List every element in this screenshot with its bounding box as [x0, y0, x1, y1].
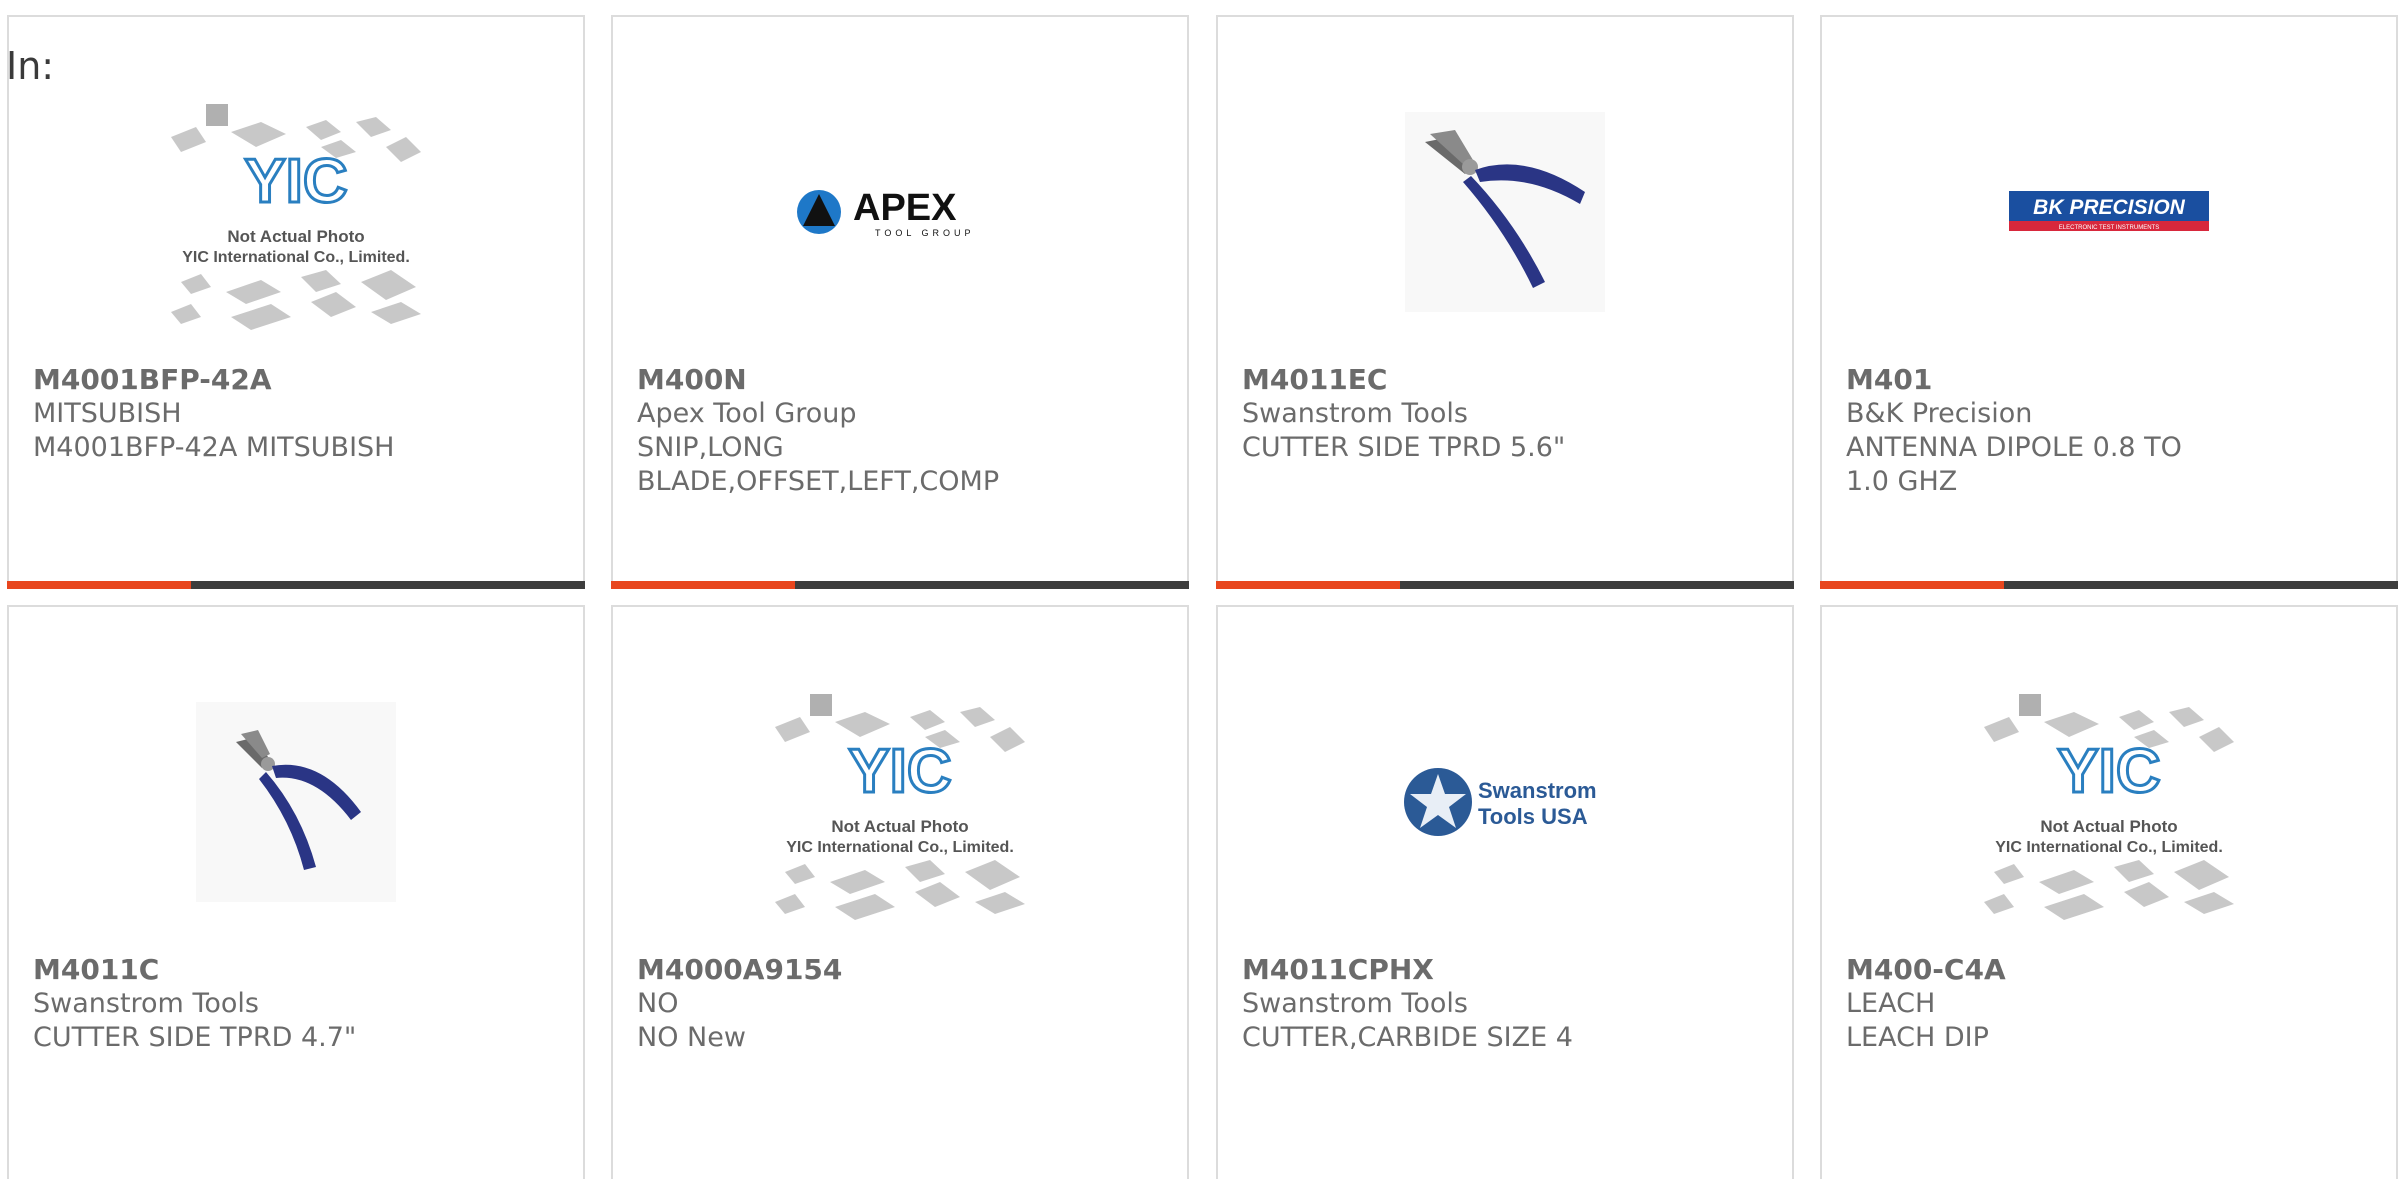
product-description: CUTTER,CARBIDE SIZE 4	[1242, 1022, 1573, 1053]
pliers-photo	[1218, 57, 1792, 367]
part-number-link[interactable]: M4011CPHX	[1242, 953, 1772, 987]
product-card[interactable]: YIC Not Actual Photo YIC International C…	[611, 605, 1189, 1179]
manufacturer-name: LEACH	[1846, 988, 1936, 1019]
card-accent	[7, 581, 191, 589]
product-card[interactable]: M4011C Swanstrom Tools CUTTER SIDE TPRD …	[7, 605, 585, 1179]
product-card[interactable]: BK PRECISION ELECTRONIC TEST INSTRUMENTS…	[1820, 15, 2398, 589]
product-description: LEACH DIP	[1846, 1022, 1989, 1053]
apex-logo: APEX TOOL GROUP	[613, 57, 1187, 367]
product-description: M4001BFP-42A MITSUBISH	[33, 432, 395, 463]
product-card[interactable]: Swanstrom Tools USA M4011CPHX Swanstrom …	[1216, 605, 1794, 1179]
product-image-placeholder: YIC Not Actual Photo YIC International C…	[613, 647, 1187, 957]
svg-text:Swanstrom: Swanstrom	[1478, 778, 1597, 803]
svg-text:YIC: YIC	[848, 737, 951, 806]
svg-text:Not Actual Photo: Not Actual Photo	[2040, 817, 2177, 836]
pliers-photo	[9, 647, 583, 957]
part-number-link[interactable]: M4011C	[33, 953, 563, 987]
svg-text:BK PRECISION: BK PRECISION	[2033, 196, 2186, 219]
product-description: CUTTER SIDE TPRD 5.6"	[1242, 432, 1566, 463]
swanstrom-logo: Swanstrom Tools USA	[1218, 647, 1792, 957]
card-footer-bar	[1820, 581, 2398, 589]
part-number-link[interactable]: M4001BFP-42A	[33, 363, 563, 397]
filter-label: In:	[6, 44, 55, 88]
product-description: CUTTER SIDE TPRD 4.7"	[33, 1022, 357, 1053]
product-grid: YIC Not Actual Photo YIC International C…	[0, 0, 2400, 1179]
manufacturer-name: Swanstrom Tools	[1242, 398, 1468, 429]
product-image-placeholder: YIC Not Actual Photo YIC International C…	[9, 57, 583, 367]
part-number-link[interactable]: M400-C4A	[1846, 953, 2376, 987]
svg-text:YIC International Co., Limited: YIC International Co., Limited.	[1995, 839, 2223, 856]
card-footer-bar	[7, 581, 585, 589]
card-accent	[1820, 581, 2004, 589]
manufacturer-name: MITSUBISH	[33, 398, 182, 429]
svg-text:YIC: YIC	[244, 147, 347, 216]
svg-text:Not Actual Photo: Not Actual Photo	[831, 817, 968, 836]
card-footer-bar	[611, 581, 1189, 589]
part-number-link[interactable]: M400N	[637, 363, 1167, 397]
product-card[interactable]: M4011EC Swanstrom Tools CUTTER SIDE TPRD…	[1216, 15, 1794, 589]
product-description: ANTENNA DIPOLE 0.8 TO 1.0 GHZ	[1846, 432, 2182, 497]
svg-text:YIC International Co., Limited: YIC International Co., Limited.	[786, 839, 1014, 856]
card-accent	[611, 581, 795, 589]
svg-text:ELECTRONIC TEST INSTRUMENTS: ELECTRONIC TEST INSTRUMENTS	[2059, 225, 2159, 231]
part-number-link[interactable]: M4011EC	[1242, 363, 1772, 397]
product-card[interactable]: YIC Not Actual Photo YIC International C…	[7, 15, 585, 589]
card-footer-bar	[1216, 581, 1794, 589]
product-description: SNIP,LONG BLADE,OFFSET,LEFT,COMP	[637, 432, 1000, 497]
svg-text:TOOL GROUP: TOOL GROUP	[875, 228, 975, 238]
part-number-link[interactable]: M4000A9154	[637, 953, 1167, 987]
product-image-placeholder: YIC Not Actual Photo YIC International C…	[1822, 647, 2396, 957]
svg-text:YIC: YIC	[2057, 737, 2160, 806]
manufacturer-name: Swanstrom Tools	[1242, 988, 1468, 1019]
bk-precision-logo: BK PRECISION ELECTRONIC TEST INSTRUMENTS	[1822, 57, 2396, 367]
manufacturer-name: B&K Precision	[1846, 398, 2033, 429]
product-card[interactable]: YIC Not Actual Photo YIC International C…	[1820, 605, 2398, 1179]
svg-text:APEX: APEX	[853, 187, 957, 229]
product-card[interactable]: APEX TOOL GROUP M400N Apex Tool Group SN…	[611, 15, 1189, 589]
manufacturer-name: NO	[637, 988, 679, 1019]
part-number-link[interactable]: M401	[1846, 363, 2376, 397]
svg-text:Not Actual Photo: Not Actual Photo	[227, 227, 364, 246]
product-description: NO New	[637, 1022, 746, 1053]
manufacturer-name: Apex Tool Group	[637, 398, 857, 429]
card-accent	[1216, 581, 1400, 589]
manufacturer-name: Swanstrom Tools	[33, 988, 259, 1019]
svg-text:Tools USA: Tools USA	[1478, 804, 1588, 829]
svg-text:YIC International Co., Limited: YIC International Co., Limited.	[182, 249, 410, 266]
